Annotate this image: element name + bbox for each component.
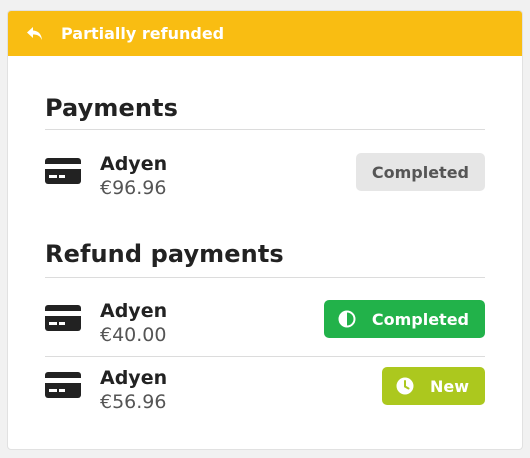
refund-payment-row: Adyen €40.00 Completed [45, 300, 485, 352]
refund-payments-divider [45, 277, 485, 278]
refund-row-divider [45, 356, 485, 357]
refund-payment-row: Adyen €56.96 New [45, 367, 485, 419]
status-badge-label: Completed [371, 309, 469, 329]
status-badge-label: New [429, 376, 469, 396]
refund-method: Adyen [100, 367, 168, 389]
credit-card-icon [45, 371, 81, 399]
status-banner: Partially refunded [8, 11, 522, 56]
refund-method: Adyen [100, 300, 168, 322]
status-badge: Completed [355, 153, 485, 191]
status-banner-label: Partially refunded [61, 24, 225, 43]
payment-amount: €96.96 [100, 177, 167, 199]
payments-divider [45, 129, 485, 130]
status-badge-label: Completed [371, 162, 469, 182]
clock-icon [396, 377, 414, 395]
refund-amount: €56.96 [100, 391, 167, 413]
credit-card-icon [45, 304, 81, 332]
payment-method: Adyen [100, 153, 168, 175]
refund-payments-title: Refund payments [45, 240, 284, 268]
order-payment-card: Partially refunded Payments Adyen €96.96… [7, 10, 523, 450]
payment-row: Adyen €96.96 Completed [45, 153, 485, 205]
status-badge: New [381, 367, 485, 405]
half-circle-icon [338, 310, 356, 328]
payments-title: Payments [45, 94, 178, 122]
reply-arrow-icon [25, 24, 45, 44]
refund-amount: €40.00 [100, 324, 167, 346]
credit-card-icon [45, 157, 81, 185]
status-badge: Completed [323, 300, 485, 338]
